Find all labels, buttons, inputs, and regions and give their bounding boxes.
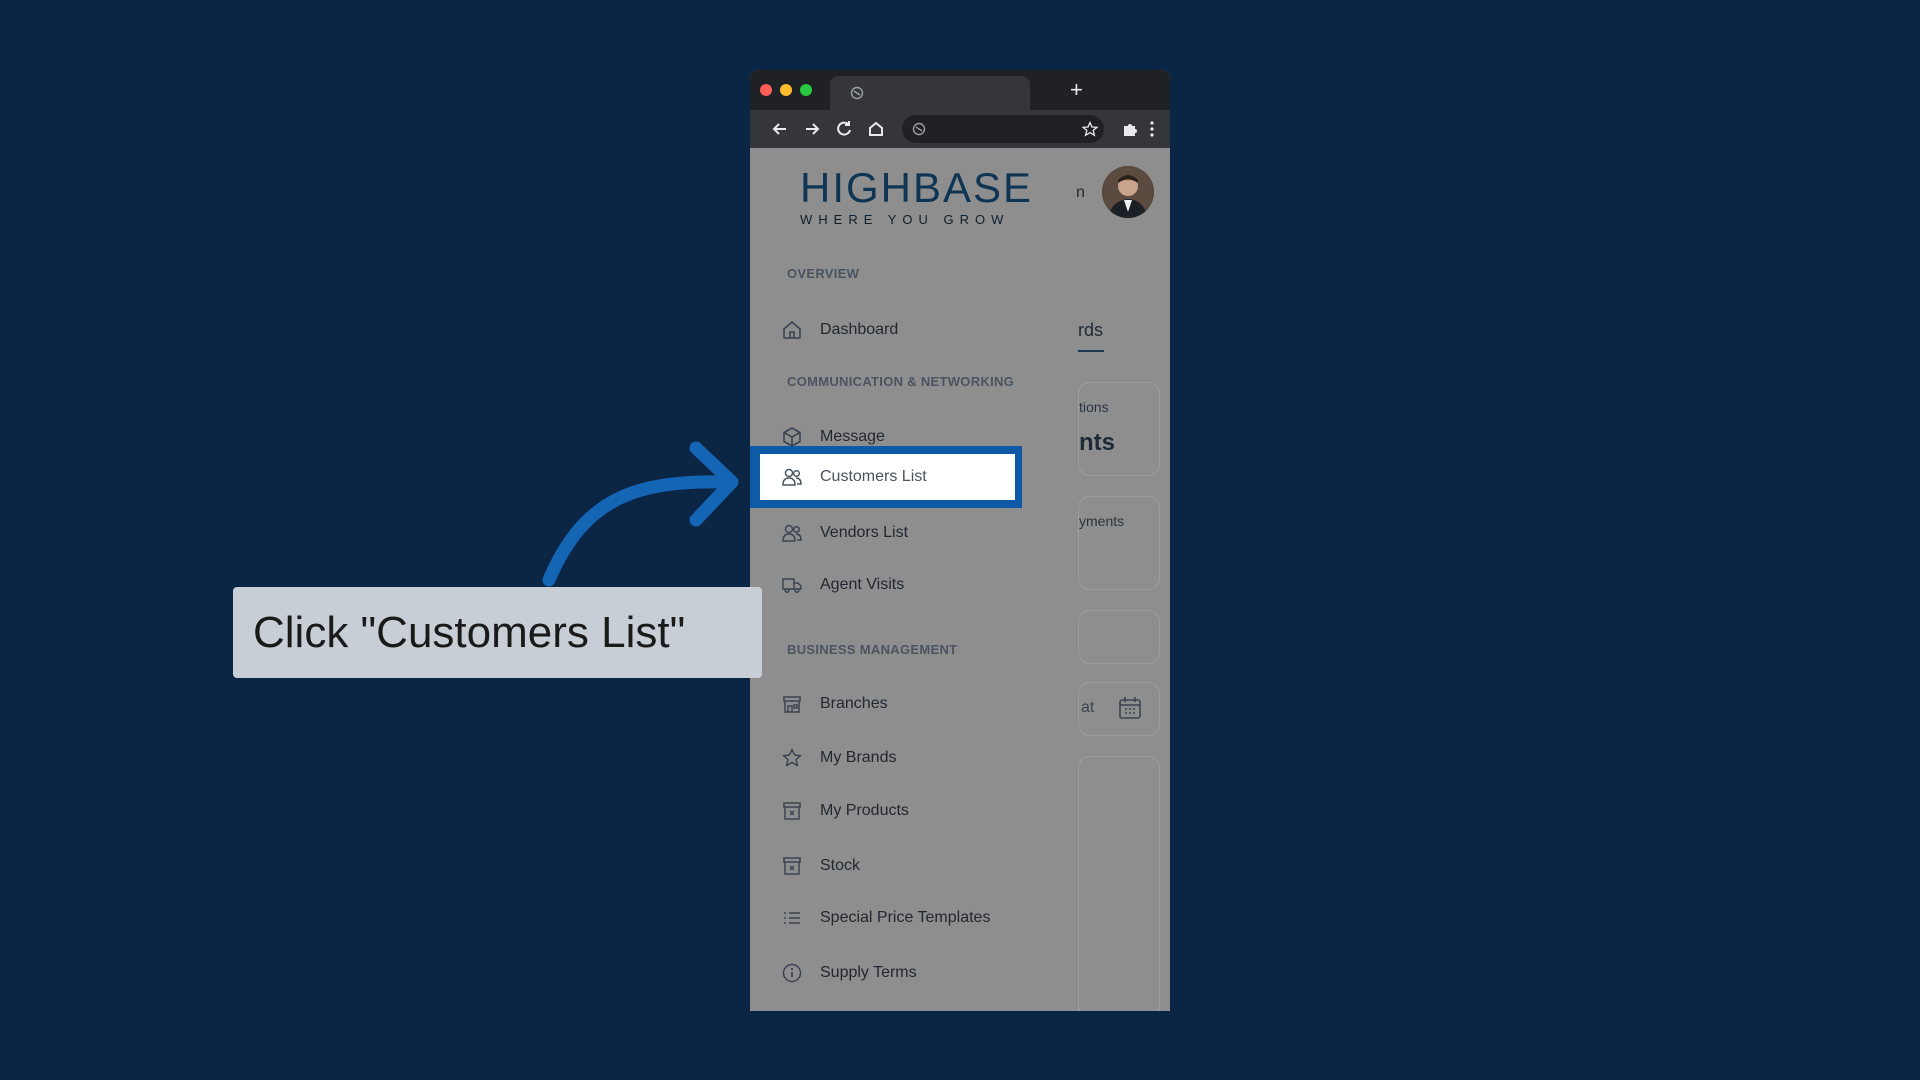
sidebar-item-supply-terms[interactable]: Supply Terms xyxy=(780,955,1040,991)
archive-icon xyxy=(780,799,804,823)
browser-toolbar xyxy=(750,110,1170,148)
forward-arrow-icon[interactable] xyxy=(802,119,822,139)
section-label-communication: COMMUNICATION & NETWORKING xyxy=(787,374,1015,389)
home-browser-icon[interactable] xyxy=(866,119,886,139)
sidebar-item-label: Special Price Templates xyxy=(820,909,991,926)
users-icon xyxy=(780,521,804,545)
card-label: yments xyxy=(1079,513,1125,529)
browser-tab[interactable] xyxy=(830,76,1030,110)
section-label-overview: OVERVIEW xyxy=(787,266,860,281)
star-icon xyxy=(780,746,804,770)
archive-icon xyxy=(780,854,804,878)
tab-underline xyxy=(1078,350,1104,352)
card-label: tions xyxy=(1079,399,1109,415)
address-bar[interactable] xyxy=(902,115,1104,143)
users-icon xyxy=(780,465,804,489)
date-partial-text: at xyxy=(1081,699,1095,716)
truck-icon xyxy=(780,573,804,597)
sidebar-item-dashboard[interactable]: Dashboard xyxy=(780,312,1040,348)
sidebar-item-stock[interactable]: Stock xyxy=(780,848,1040,884)
sidebar-item-label: Agent Visits xyxy=(820,576,905,593)
avatar-photo xyxy=(1102,166,1154,218)
section-label-business-management: BUSINESS MANAGEMENT xyxy=(787,642,958,657)
logo-tagline: WHERE YOU GROW xyxy=(800,212,1010,227)
sidebar-item-label: Dashboard xyxy=(820,321,899,338)
close-window-dot[interactable] xyxy=(760,84,772,96)
site-info-icon[interactable] xyxy=(912,122,926,136)
new-tab-button[interactable]: + xyxy=(1070,76,1083,104)
filter-card xyxy=(1078,610,1160,664)
sidebar-item-label: Branches xyxy=(820,695,888,712)
home-icon xyxy=(780,318,804,342)
sidebar-item-label: Customers List xyxy=(820,468,927,485)
avatar[interactable] xyxy=(1102,166,1154,218)
extensions-puzzle-icon[interactable] xyxy=(1120,119,1140,139)
store-icon xyxy=(780,692,804,716)
tab-partial-text: rds xyxy=(1078,320,1104,340)
card-value: nts xyxy=(1079,429,1115,456)
sidebar-item-label: Vendors List xyxy=(820,524,909,541)
browser-titlebar: + xyxy=(750,70,1170,110)
content-card xyxy=(1078,756,1160,1011)
sidebar-item-label: My Products xyxy=(820,802,909,819)
sidebar-item-label: Message xyxy=(820,428,885,445)
maximize-window-dot[interactable] xyxy=(800,84,812,96)
info-icon xyxy=(780,961,804,985)
reload-icon[interactable] xyxy=(834,119,854,139)
bookmark-star-icon[interactable] xyxy=(1082,121,1098,137)
date-field[interactable]: at xyxy=(1078,682,1160,736)
back-arrow-icon[interactable] xyxy=(770,119,790,139)
sidebar-item-label: My Brands xyxy=(820,749,897,766)
instruction-callout: Click "Customers List" xyxy=(233,587,762,678)
globe-icon xyxy=(850,86,864,100)
highbase-logo[interactable]: HIGHBASE WHERE YOU GROW xyxy=(800,164,1034,228)
callout-text: Click "Customers List" xyxy=(253,607,686,657)
sidebar-item-label: Stock xyxy=(820,857,861,874)
sidebar-item-agent-visits[interactable]: Agent Visits xyxy=(780,567,1040,603)
browser-menu-icon[interactable] xyxy=(1142,119,1162,139)
browser-window: + n rds tions nts yments at HIGHBASE WHE… xyxy=(750,70,1170,1011)
sidebar-item-label: Supply Terms xyxy=(820,964,917,981)
page-content: n rds tions nts yments at HIGHBASE WHERE… xyxy=(750,148,1170,1011)
sidebar-item-branches[interactable]: Branches xyxy=(780,686,1040,722)
stat-card: yments xyxy=(1078,496,1160,590)
sidebar-item-my-brands[interactable]: My Brands xyxy=(780,740,1040,776)
minimize-window-dot[interactable] xyxy=(780,84,792,96)
username-partial: n xyxy=(1076,184,1085,201)
logo-main-text: HIGHBASE xyxy=(800,164,1034,211)
calendar-icon[interactable] xyxy=(1117,695,1143,721)
list-icon xyxy=(780,906,804,930)
sidebar-item-customers-list[interactable]: Customers List xyxy=(780,459,1040,495)
sidebar-item-special-price-templates[interactable]: Special Price Templates xyxy=(780,900,1040,936)
sidebar-item-vendors-list[interactable]: Vendors List xyxy=(780,515,1040,551)
sidebar-item-my-products[interactable]: My Products xyxy=(780,793,1040,829)
stat-card: tions nts xyxy=(1078,382,1160,476)
